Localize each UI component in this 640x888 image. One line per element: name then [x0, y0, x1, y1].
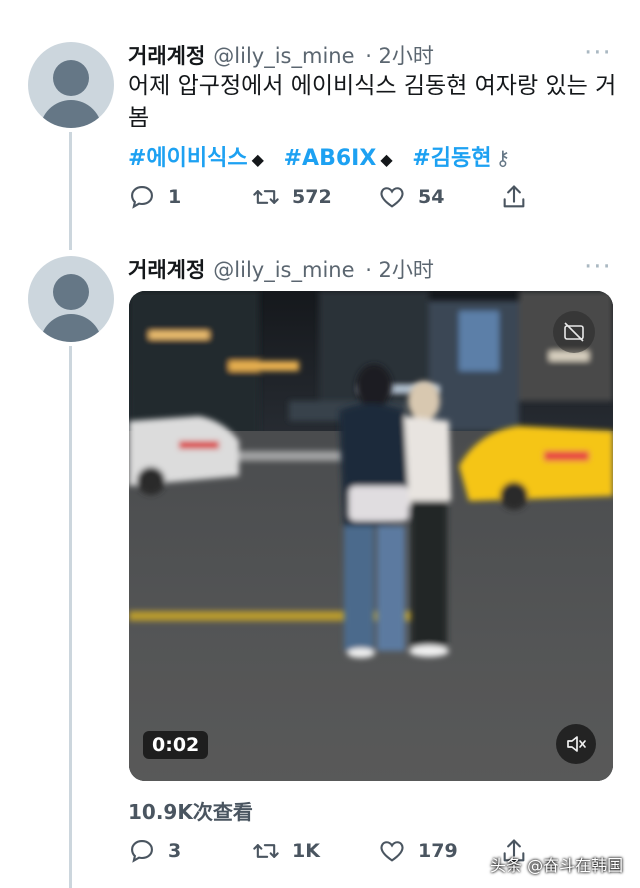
share-button[interactable] — [500, 183, 528, 211]
thread-line-lower — [69, 346, 72, 888]
avatar-head-shape — [53, 274, 89, 310]
timestamp[interactable]: · 2小时 — [365, 44, 434, 68]
ab6ix-emoji-icon: ◆ — [251, 150, 264, 169]
retweet-button[interactable]: 1K — [252, 837, 320, 865]
tweet-actions: 1 572 54 — [128, 183, 608, 213]
view-count: 10.9K次查看 — [128, 800, 253, 824]
captions-off-icon — [564, 322, 584, 342]
hashtag-link[interactable]: #AB6IX — [284, 146, 377, 171]
reply-count: 1 — [168, 186, 182, 208]
video-frame — [129, 291, 613, 781]
avatar-head-shape — [53, 60, 89, 96]
display-name[interactable]: 거래계정 — [128, 44, 205, 68]
video-duration: 0:02 — [143, 731, 209, 759]
like-count: 179 — [418, 840, 458, 862]
like-button[interactable]: 54 — [378, 183, 444, 211]
tweet-header: 거래계정 @lily_is_mine · 2小时 — [128, 40, 434, 70]
heart-icon — [380, 187, 404, 208]
hashtag-link[interactable]: #김동현 — [412, 146, 491, 171]
mute-button[interactable] — [556, 724, 596, 764]
avatar-shoulders-shape — [40, 100, 102, 128]
reply-button[interactable]: 1 — [128, 183, 181, 211]
watermark-text: 头条 @奋斗在韩国 — [490, 856, 624, 875]
like-count: 54 — [418, 186, 445, 208]
avatar[interactable] — [28, 42, 114, 128]
ab6ix-emoji-icon: ◆ — [380, 150, 393, 169]
timestamp[interactable]: · 2小时 — [365, 258, 434, 282]
share-icon — [503, 185, 525, 208]
retweet-button[interactable]: 572 — [252, 183, 332, 211]
user-handle[interactable]: @lily_is_mine — [213, 258, 354, 282]
tweet-header: 거래계정 @lily_is_mine · 2小时 — [128, 254, 434, 284]
retweet-count: 1K — [292, 840, 320, 862]
hashtag-row: #에이비식스 ◆ #AB6IX ◆ #김동현 ⚷ — [128, 140, 510, 172]
captions-button[interactable] — [553, 311, 595, 353]
retweet-icon — [253, 190, 279, 204]
more-dots-icon[interactable]: ··· — [584, 254, 612, 280]
reply-button[interactable]: 3 — [128, 837, 181, 865]
more-dots-icon[interactable]: ··· — [584, 40, 612, 66]
heart-icon — [380, 841, 404, 862]
retweet-icon — [253, 844, 279, 858]
reply-icon — [131, 186, 153, 209]
tweet-text: 어제 압구정에서 에이비식스 김동현 여자랑 있는 거 봄 — [128, 73, 617, 131]
user-handle[interactable]: @lily_is_mine — [213, 44, 354, 68]
speaker-muted-icon — [567, 736, 586, 752]
display-name[interactable]: 거래계정 — [128, 258, 205, 282]
reply-icon — [131, 840, 153, 863]
avatar[interactable] — [28, 256, 114, 342]
reply-count: 3 — [168, 840, 182, 862]
retweet-count: 572 — [292, 186, 332, 208]
key-emoji-icon: ⚷ — [495, 146, 511, 170]
video-player[interactable]: 0:02 — [129, 291, 613, 781]
hashtag-link[interactable]: #에이비식스 — [128, 146, 248, 171]
thread-line-upper — [69, 132, 72, 250]
avatar-shoulders-shape — [40, 314, 102, 342]
like-button[interactable]: 179 — [378, 837, 458, 865]
